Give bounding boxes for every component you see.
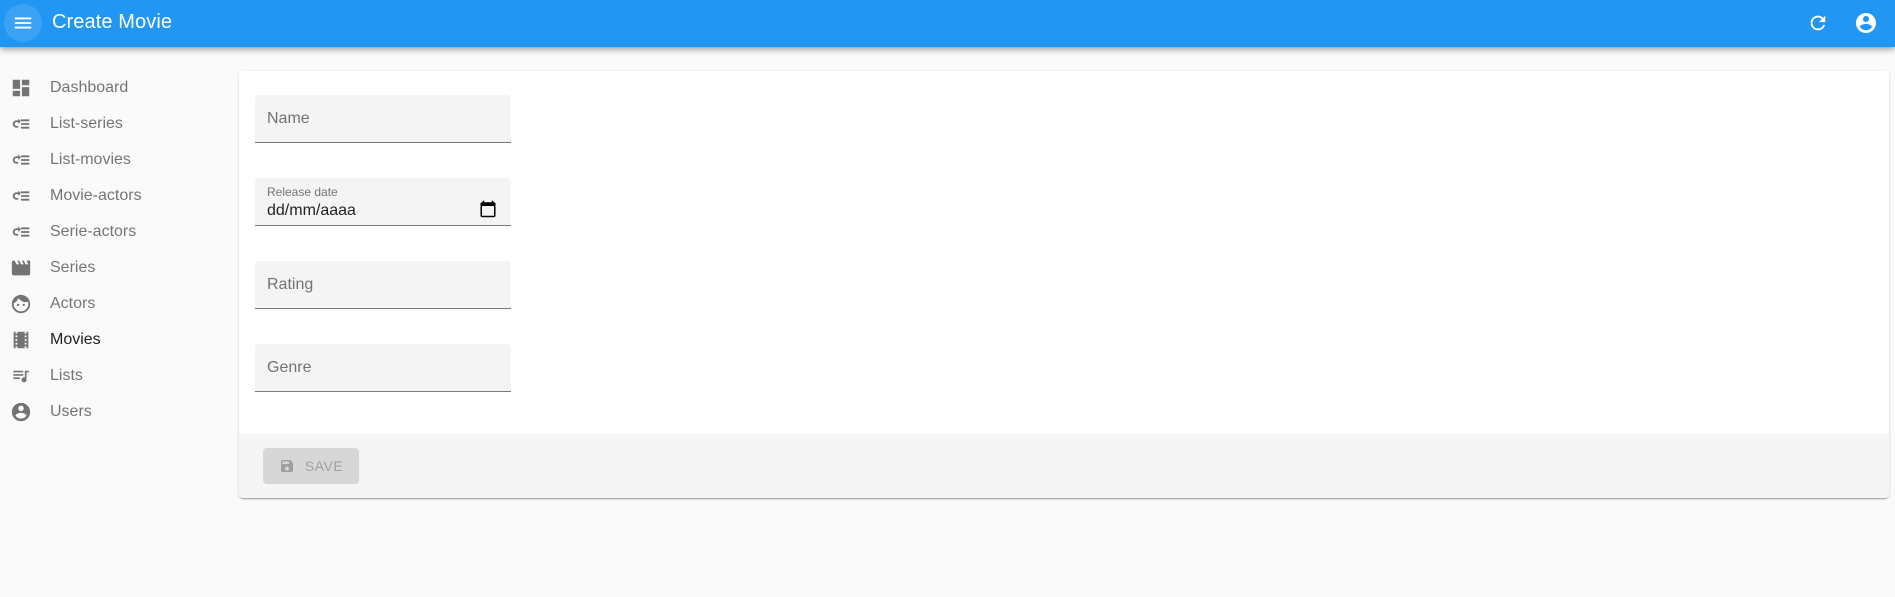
account-button[interactable] xyxy=(1847,4,1885,42)
sidebar-item-label: List-movies xyxy=(50,151,131,168)
sidebar-item-label: Users xyxy=(50,403,92,420)
playlist-icon xyxy=(10,365,32,387)
sidebar-item-label: Actors xyxy=(50,295,96,312)
sidebar-item-movie-actors[interactable]: Movie-actors xyxy=(0,178,230,214)
menu-icon xyxy=(4,4,42,42)
account-circle-icon xyxy=(10,401,32,423)
sidebar-item-label: Lists xyxy=(50,367,83,384)
sidebar-item-list-movies[interactable]: List-movies xyxy=(0,142,230,178)
sidebar: Dashboard List-series List-movies Movie-… xyxy=(0,70,230,430)
genre-field[interactable]: Genre xyxy=(255,344,511,392)
movie-clapper-icon xyxy=(10,257,32,279)
sidebar-item-label: Movies xyxy=(50,331,101,348)
sidebar-item-dashboard[interactable]: Dashboard xyxy=(0,70,230,106)
save-button[interactable]: SAVE xyxy=(263,448,359,484)
rating-field[interactable]: Rating xyxy=(255,261,511,309)
sidebar-item-list-series[interactable]: List-series xyxy=(0,106,230,142)
calendar-icon[interactable] xyxy=(479,200,497,223)
sidebar-item-label: Series xyxy=(50,259,96,276)
local-movies-icon xyxy=(10,329,32,351)
list-icon xyxy=(10,185,32,207)
refresh-icon xyxy=(1810,15,1826,31)
list-icon xyxy=(10,149,32,171)
form-toolbar: SAVE xyxy=(239,434,1889,498)
rating-placeholder: Rating xyxy=(267,276,314,293)
genre-placeholder: Genre xyxy=(267,359,312,376)
create-movie-form: Name Release date dd/mm/aaaa Rating Genr… xyxy=(239,71,1889,498)
list-icon xyxy=(10,221,32,243)
sidebar-item-label: List-series xyxy=(50,115,123,132)
release-date-field[interactable]: Release date dd/mm/aaaa xyxy=(255,178,511,226)
save-icon xyxy=(280,460,293,472)
dashboard-icon xyxy=(10,77,32,99)
page-title: Create Movie xyxy=(52,11,173,33)
sidebar-item-users[interactable]: Users xyxy=(0,394,230,430)
refresh-button[interactable] xyxy=(1799,4,1837,42)
sidebar-item-series[interactable]: Series xyxy=(0,250,230,286)
sidebar-item-actors[interactable]: Actors xyxy=(0,286,230,322)
sidebar-item-label: Movie-actors xyxy=(50,187,142,204)
face-icon xyxy=(10,293,32,315)
sidebar-item-lists[interactable]: Lists xyxy=(0,358,230,394)
name-placeholder: Name xyxy=(267,110,310,127)
name-field[interactable]: Name xyxy=(255,95,511,143)
release-date-value: dd/mm/aaaa xyxy=(267,202,356,219)
account-circle-icon xyxy=(1856,13,1876,33)
save-button-label: SAVE xyxy=(304,458,344,474)
sidebar-item-movies[interactable]: Movies xyxy=(0,322,230,358)
sidebar-item-label: Dashboard xyxy=(50,79,129,96)
release-date-label: Release date xyxy=(267,185,338,199)
list-icon xyxy=(10,113,32,135)
app-bar: Create Movie xyxy=(0,0,1895,47)
sidebar-item-serie-actors[interactable]: Serie-actors xyxy=(0,214,230,250)
sidebar-item-label: Serie-actors xyxy=(50,223,137,240)
menu-button[interactable] xyxy=(0,0,46,46)
